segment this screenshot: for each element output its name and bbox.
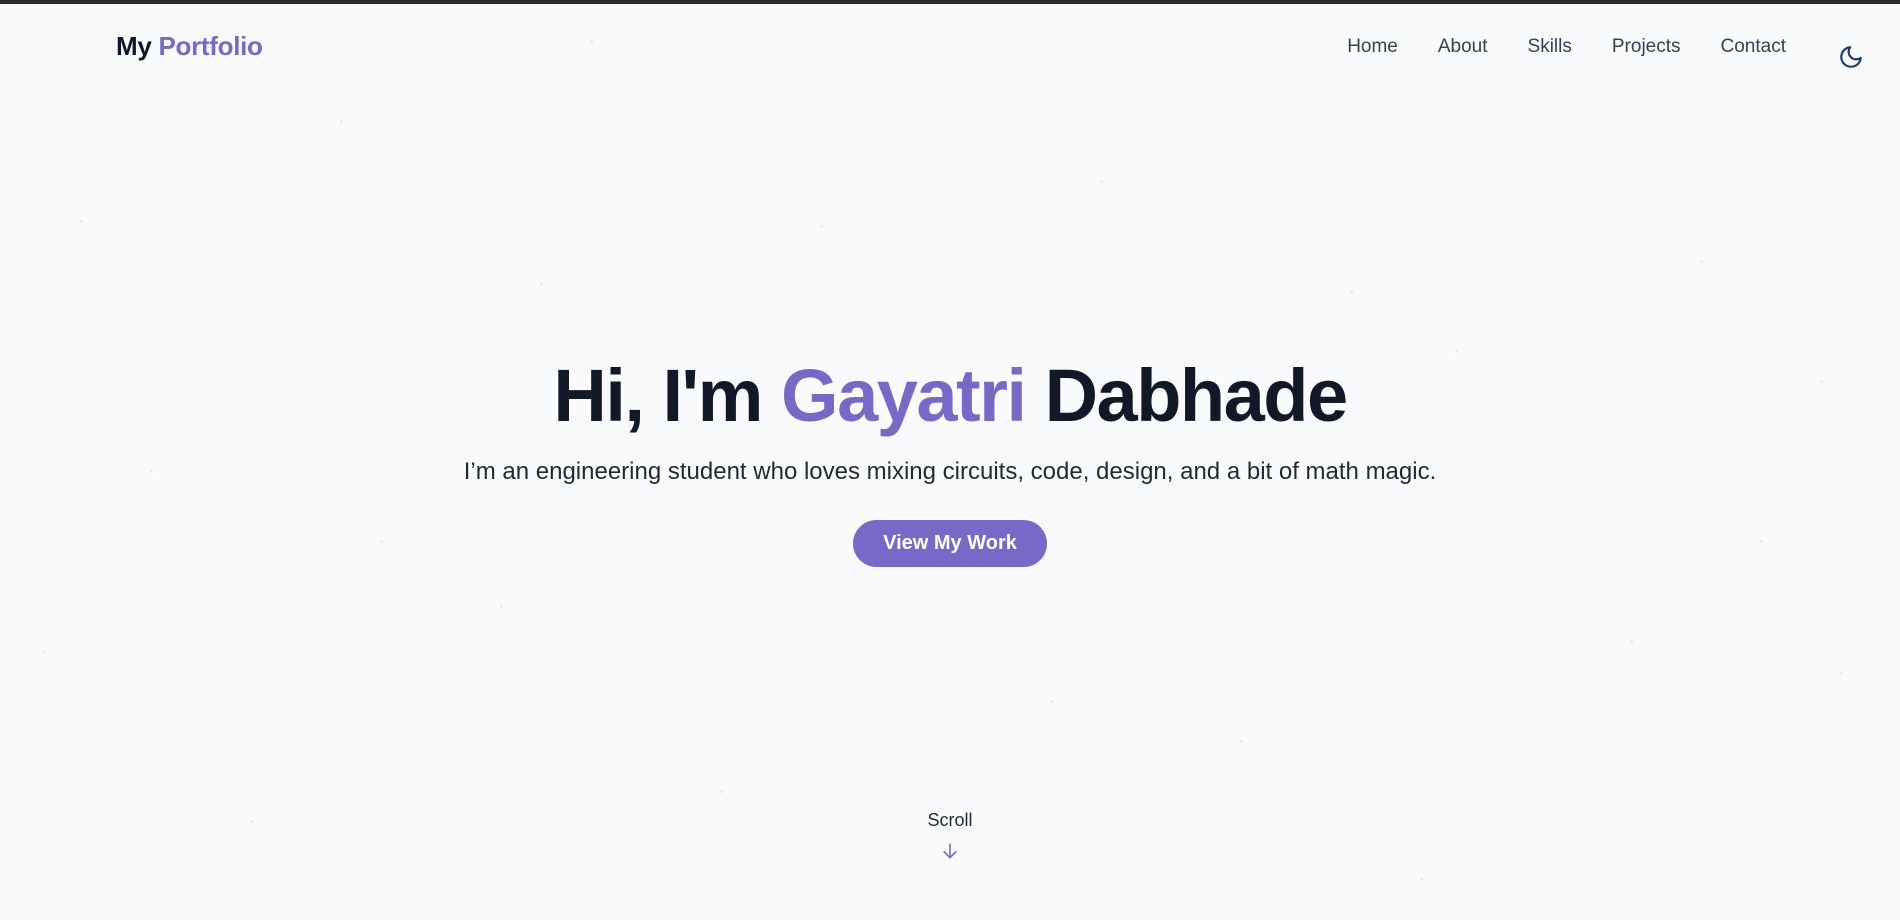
nav-link-about[interactable]: About [1438,36,1488,58]
background-dot [540,282,543,285]
background-dot [42,650,45,653]
nav-link-skills[interactable]: Skills [1528,36,1572,58]
hero-last-name: Dabhade [1044,354,1349,437]
background-dot [500,605,503,608]
background-dot [820,225,823,228]
hero-title: Hi, I'm Gayatri Dabhade [0,350,1900,442]
background-dot [1350,290,1353,293]
moon-icon [1840,46,1862,68]
nav-link-home[interactable]: Home [1347,36,1398,58]
view-my-work-button[interactable]: View My Work [853,520,1047,567]
background-dot [1700,260,1703,263]
background-dot [80,220,83,223]
background-dot [1240,740,1243,743]
theme-toggle-button[interactable] [1836,42,1866,72]
arrow-down-icon [943,843,957,859]
nav-link-contact[interactable]: Contact [1721,36,1786,58]
background-dot [1050,700,1053,703]
background-dot [720,790,723,793]
nav-links: Home About Skills Projects Contact [1347,36,1786,58]
navbar: My Portfolio Home About Skills Projects … [0,4,1900,94]
nav-link-projects[interactable]: Projects [1612,36,1681,58]
logo-link[interactable]: My Portfolio [116,31,263,62]
hero-subtitle: I’m an engineering student who loves mix… [463,458,1437,485]
background-dot [1630,640,1633,643]
background-dot [1840,672,1843,675]
hero-section: Hi, I'm Gayatri Dabhade I’m an engineeri… [0,350,1900,567]
hero-first-name: Gayatri [781,354,1027,437]
logo-text-accent: Portfolio [158,31,263,61]
background-dot [1100,180,1103,183]
page: My Portfolio Home About Skills Projects … [0,0,1900,920]
hero-greeting: Hi, I'm [553,354,763,437]
scroll-indicator[interactable]: Scroll [0,810,1900,861]
background-dot [1420,878,1423,881]
scroll-label: Scroll [927,810,973,830]
logo-text-primary: My [116,31,152,61]
background-dot [340,120,343,123]
